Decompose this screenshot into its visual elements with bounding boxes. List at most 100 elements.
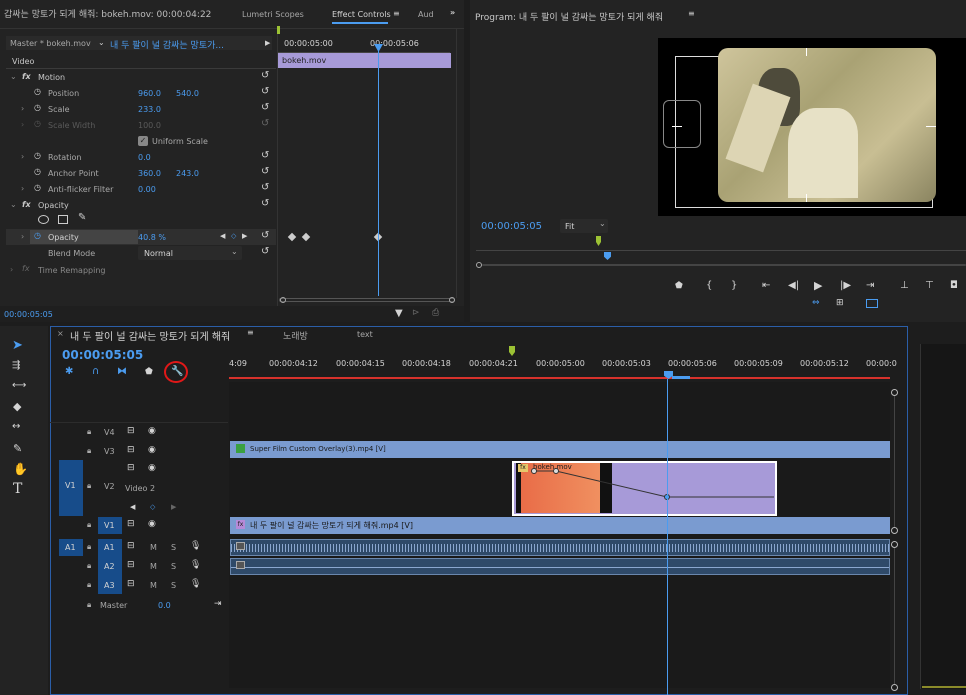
- opacity-rubberband[interactable]: [512, 461, 778, 517]
- rectangle-mask-icon[interactable]: [58, 215, 68, 224]
- audio-clip-a2[interactable]: [230, 558, 890, 575]
- ec-playhead-head[interactable]: [374, 44, 383, 52]
- scale-value[interactable]: 233.0: [138, 105, 161, 114]
- nest-icon[interactable]: ✱: [65, 366, 73, 377]
- anchor-y-value[interactable]: 243.0: [176, 169, 199, 178]
- add-keyframe-icon[interactable]: ◇: [231, 232, 236, 240]
- trim-icon[interactable]: ⇔: [812, 298, 820, 308]
- step-back-icon[interactable]: ◀|: [788, 280, 799, 291]
- microphone-icon[interactable]: 🎙︎: [190, 560, 201, 570]
- step-forward-icon[interactable]: |▶: [840, 280, 851, 291]
- track-select-icon[interactable]: ⇶: [12, 360, 20, 371]
- selection-tool-icon[interactable]: ➤: [12, 338, 23, 353]
- master-clip-label[interactable]: Master * bokeh.mov: [10, 39, 91, 48]
- eye-icon[interactable]: ◉: [148, 445, 156, 455]
- safe-margins-icon[interactable]: [866, 299, 878, 308]
- lock-icon[interactable]: 🔒︎: [87, 481, 91, 491]
- hand-icon[interactable]: ✋: [13, 462, 28, 476]
- reset-icon[interactable]: ↺: [261, 182, 269, 193]
- fx-icon[interactable]: fx: [22, 200, 31, 209]
- reset-icon[interactable]: ↺: [261, 102, 269, 113]
- stopwatch-icon[interactable]: ◷: [34, 87, 41, 96]
- hamburger-icon[interactable]: ≡: [393, 9, 400, 18]
- snap-icon[interactable]: ∩: [92, 366, 99, 377]
- chevron-down-icon[interactable]: ⌄: [231, 247, 238, 256]
- uniform-scale-checkbox[interactable]: ✓: [138, 136, 148, 146]
- reset-icon[interactable]: ↺: [261, 230, 269, 241]
- expand-chevron-icon[interactable]: ›: [10, 265, 13, 274]
- reset-icon[interactable]: ↺: [261, 150, 269, 161]
- type-tool-icon[interactable]: T: [13, 481, 22, 497]
- wrench-icon[interactable]: 🔧: [171, 366, 183, 377]
- add-marker-icon[interactable]: ⬟: [145, 367, 153, 377]
- export-frame-icon[interactable]: ◘: [950, 280, 958, 291]
- program-title[interactable]: Program: 내 두 팔이 널 감싸는 망토가 되게 해줘: [475, 10, 663, 23]
- slip-icon[interactable]: ↔: [12, 421, 20, 432]
- solo-button[interactable]: S: [171, 581, 176, 590]
- expand-chevron-icon[interactable]: ›: [21, 232, 24, 241]
- prev-keyframe-icon[interactable]: ◀: [220, 232, 225, 240]
- anchor-x-value[interactable]: 360.0: [138, 169, 161, 178]
- ellipse-mask-icon[interactable]: [38, 215, 49, 224]
- stopwatch-icon[interactable]: ◷: [34, 167, 41, 176]
- lumetri-tab[interactable]: Lumetri Scopes: [242, 10, 304, 19]
- eye-icon[interactable]: ◉: [148, 463, 156, 473]
- in-point-marker[interactable]: [596, 236, 601, 246]
- track-area[interactable]: [229, 382, 890, 688]
- lock-icon[interactable]: 🔒︎: [87, 542, 91, 552]
- stopwatch-icon[interactable]: ◷: [34, 103, 41, 112]
- play-icon[interactable]: ▶: [265, 39, 270, 47]
- fx-icon[interactable]: fx: [22, 72, 31, 81]
- pen-icon[interactable]: ✎: [13, 442, 22, 455]
- position-x-value[interactable]: 960.0: [138, 89, 161, 98]
- program-timecode[interactable]: 00:00:05:05: [481, 221, 542, 232]
- overflow-icon[interactable]: »: [450, 8, 455, 17]
- reset-icon[interactable]: ↺: [261, 246, 269, 257]
- mute-button[interactable]: M: [150, 543, 157, 552]
- pen-mask-icon[interactable]: ✎: [78, 212, 86, 223]
- stopwatch-icon[interactable]: ◷: [34, 151, 41, 160]
- play-only-audio-icon[interactable]: ⊳: [412, 308, 420, 318]
- reset-icon[interactable]: ↺: [261, 198, 269, 209]
- go-to-in-icon[interactable]: ⇤: [762, 280, 770, 291]
- expand-chevron-icon[interactable]: ›: [21, 104, 24, 113]
- keyframe-diamond[interactable]: [301, 232, 311, 242]
- anti-flicker-value[interactable]: 0.00: [138, 185, 156, 194]
- karaoke-tab[interactable]: 노래방: [283, 329, 308, 342]
- keyframe-diamond[interactable]: [287, 232, 297, 242]
- chevron-down-icon[interactable]: ⌄: [599, 219, 606, 228]
- go-to-out-icon[interactable]: ⇥: [866, 280, 874, 291]
- razor-icon[interactable]: ◆: [13, 400, 21, 413]
- collapse-chevron-icon[interactable]: ⌄: [10, 200, 17, 209]
- track-label-a1[interactable]: A1: [104, 543, 115, 552]
- source-tab[interactable]: 갑싸는 망토가 되게 해줘: bokeh.mov: 00:00:04:22: [4, 7, 211, 20]
- sync-lock-icon[interactable]: ⊟: [127, 579, 135, 589]
- lock-icon[interactable]: 🔒︎: [87, 520, 91, 530]
- chevron-down-icon[interactable]: ⌄: [98, 38, 105, 47]
- mark-out-icon[interactable]: }: [731, 280, 737, 291]
- program-scrollbar[interactable]: [482, 264, 966, 266]
- next-keyframe-icon[interactable]: ▶: [171, 503, 176, 511]
- text-tab[interactable]: text: [357, 330, 373, 339]
- reset-icon[interactable]: ↺: [261, 70, 269, 81]
- solo-button[interactable]: S: [171, 562, 176, 571]
- audio-clip-a1[interactable]: [230, 539, 890, 556]
- go-to-end-icon[interactable]: ⇥: [214, 599, 222, 609]
- lock-icon[interactable]: 🔒︎: [87, 427, 91, 437]
- sync-lock-icon[interactable]: ⊟: [127, 541, 135, 551]
- expand-chevron-icon[interactable]: ›: [21, 152, 24, 161]
- microphone-icon[interactable]: 🎙︎: [190, 579, 201, 589]
- stopwatch-icon[interactable]: ◷: [34, 183, 41, 192]
- video-frame[interactable]: [658, 38, 966, 216]
- add-marker-icon[interactable]: ⬟: [675, 281, 683, 291]
- ec-current-timecode[interactable]: 00:00:05:05: [4, 310, 53, 319]
- mark-in-icon[interactable]: {: [706, 280, 712, 291]
- ec-playhead[interactable]: [378, 46, 379, 296]
- play-icon[interactable]: ▶: [814, 279, 822, 292]
- extract-icon[interactable]: ⊤: [925, 280, 934, 291]
- eye-icon[interactable]: ◉: [148, 426, 156, 436]
- lock-icon[interactable]: 🔒︎: [87, 600, 91, 610]
- master-volume-value[interactable]: 0.0: [158, 601, 171, 610]
- hamburger-icon[interactable]: ≡: [247, 328, 254, 337]
- track-label-v1[interactable]: V1: [104, 521, 115, 530]
